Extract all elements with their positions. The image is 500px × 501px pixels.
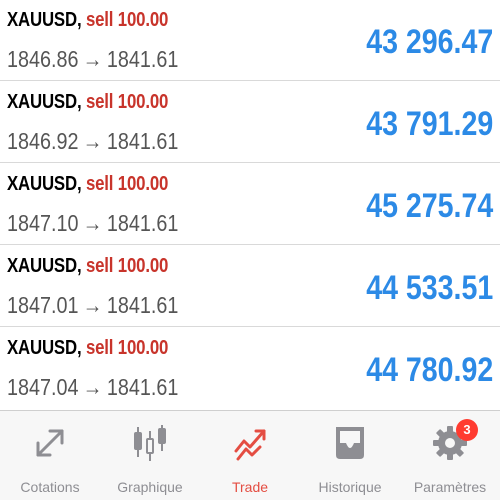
tab-label: Trade (231, 479, 269, 495)
price-arrow: → (82, 374, 103, 400)
trade-header: XAUUSD, sell 100.00 (7, 172, 168, 196)
trade-header: XAUUSD, sell 100.00 (7, 254, 168, 278)
trade-separator: , (76, 255, 82, 277)
trade-prices: 1846.92 → 1841.61 (7, 127, 178, 155)
trade-header: XAUUSD, sell 100.00 (7, 8, 168, 32)
tab-cotations[interactable]: Cotations (0, 411, 100, 501)
trade-separator: , (76, 9, 82, 31)
trade-row[interactable]: XAUUSD, sell 100.00 1846.92 → 1841.61 43 7… (0, 82, 500, 163)
price-arrow: → (82, 128, 103, 154)
trade-prices: 1846.86 → 1841.61 (7, 45, 178, 73)
trade-symbol: XAUUSD (7, 255, 77, 277)
trade-header: XAUUSD, sell 100.00 (7, 336, 168, 360)
trade-symbol: XAUUSD (7, 337, 77, 359)
tab-historique[interactable]: Historique (300, 411, 400, 501)
open-price: 1847.10 (7, 210, 79, 236)
open-price: 1847.04 (7, 374, 79, 400)
open-price: 1846.86 (7, 46, 79, 72)
tab-parametres[interactable]: 3 Paramètres (400, 411, 500, 501)
trade-separator: , (76, 337, 82, 359)
trade-row[interactable]: XAUUSD, sell 100.00 1847.01 → 1841.61 44 5… (0, 246, 500, 327)
history-inbox-icon (336, 427, 364, 459)
trade-side: sell 100.00 (85, 337, 169, 359)
trade-profit: 44 533.51 (365, 269, 493, 307)
current-price: 1841.61 (106, 374, 179, 400)
tab-bar: Cotations Graphique Trade Historique 3 P… (0, 410, 500, 500)
quotes-arrows-icon (36, 429, 64, 457)
tab-trade[interactable]: Trade (200, 411, 300, 501)
trade-symbol: XAUUSD (7, 9, 77, 31)
current-price: 1841.61 (106, 128, 179, 154)
tab-label: Cotations (20, 479, 80, 495)
current-price: 1841.61 (106, 46, 179, 72)
price-arrow: → (82, 292, 103, 318)
trade-trend-icon (234, 429, 266, 461)
current-price: 1841.61 (106, 210, 179, 236)
open-price: 1846.92 (7, 128, 79, 154)
tab-label: Historique (318, 479, 382, 495)
trade-profit: 45 275.74 (365, 187, 493, 225)
notification-badge: 3 (456, 419, 478, 441)
trade-header: XAUUSD, sell 100.00 (7, 90, 168, 114)
trade-row[interactable]: XAUUSD, sell 100.00 1847.10 → 1841.61 45 2… (0, 164, 500, 245)
tab-graphique[interactable]: Graphique (100, 411, 200, 501)
tab-label: Paramètres (413, 479, 487, 495)
price-arrow: → (82, 210, 103, 236)
trade-symbol: XAUUSD (7, 173, 77, 195)
trade-row[interactable]: XAUUSD, sell 100.00 1846.86 → 1841.61 43 2… (0, 0, 500, 81)
trade-separator: , (76, 91, 82, 113)
price-arrow: → (82, 46, 103, 72)
candlestick-chart-icon (134, 425, 166, 461)
trade-prices: 1847.01 → 1841.61 (7, 291, 178, 319)
trade-profit: 43 791.29 (365, 105, 493, 143)
trade-row[interactable]: XAUUSD, sell 100.00 1847.04 → 1841.61 44 7… (0, 328, 500, 409)
trade-profit: 44 780.92 (365, 351, 493, 389)
trade-side: sell 100.00 (85, 255, 169, 277)
trade-prices: 1847.04 → 1841.61 (7, 373, 178, 401)
trade-profit: 43 296.47 (365, 23, 493, 61)
trade-symbol: XAUUSD (7, 91, 77, 113)
trade-side: sell 100.00 (85, 173, 169, 195)
current-price: 1841.61 (106, 292, 179, 318)
open-price: 1847.01 (7, 292, 79, 318)
trade-side: sell 100.00 (85, 91, 169, 113)
tab-label: Graphique (117, 479, 183, 495)
trade-prices: 1847.10 → 1841.61 (7, 209, 178, 237)
trade-list: XAUUSD, sell 100.00 1846.86 → 1841.61 43 2… (0, 0, 500, 410)
trade-side: sell 100.00 (85, 9, 169, 31)
trade-separator: , (76, 173, 82, 195)
